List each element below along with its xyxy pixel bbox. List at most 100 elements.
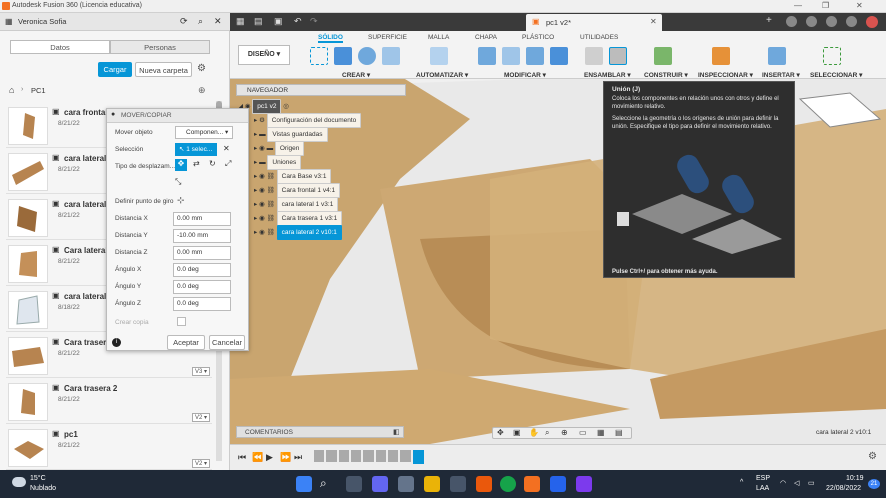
eye-icon[interactable]: ◉: [259, 201, 265, 208]
grid-icon[interactable]: ▦: [597, 428, 605, 437]
tab-superficie[interactable]: SUPERFICIE: [368, 34, 407, 41]
tab-chapa[interactable]: CHAPA: [475, 34, 497, 41]
fillet-icon[interactable]: [502, 47, 520, 65]
timeline-joint-icon[interactable]: [375, 450, 387, 462]
save-icon[interactable]: ▣: [274, 16, 283, 27]
expand-comments-icon[interactable]: ◧: [393, 427, 400, 438]
version-badge[interactable]: V3 ▾: [192, 367, 211, 376]
upload-button[interactable]: Cargar: [98, 62, 132, 77]
tree-item[interactable]: ▸ ⚙ Configuración del documento: [254, 113, 362, 128]
search-icon[interactable]: ⌕: [320, 476, 336, 492]
chamfer-icon[interactable]: [526, 47, 544, 65]
tree-item[interactable]: ▸ ▬ Vistas guardadas: [254, 127, 328, 142]
tab-solido[interactable]: SÓLIDO: [318, 34, 343, 43]
timeline-joint-icon[interactable]: [351, 450, 362, 462]
tree-item[interactable]: ▸ ◉ ⛓ Cara Base v3:1: [254, 169, 332, 184]
timeline-settings-icon[interactable]: ⚙: [868, 451, 877, 462]
tree-item-selected[interactable]: ▸ ◉ ⛓ cara lateral 2 v10:1: [254, 225, 342, 240]
list-item[interactable]: ▣ Cara trasera 2 8/21/22 V2 ▾: [6, 381, 212, 424]
version-badge[interactable]: V2 ▾: [192, 413, 211, 422]
expand-icon[interactable]: ▸: [254, 131, 257, 138]
tab-utilidades[interactable]: UTILIDADES: [580, 34, 618, 41]
free-move-icon[interactable]: ✥: [175, 159, 187, 171]
hole-icon[interactable]: [382, 47, 400, 65]
ok-button[interactable]: Aceptar: [167, 335, 205, 350]
apps-grid-icon[interactable]: ▦: [5, 17, 13, 26]
eye-icon[interactable]: ◉: [259, 145, 265, 152]
viewcube[interactable]: [834, 96, 868, 126]
eye-icon[interactable]: ◉: [259, 187, 265, 194]
tree-item[interactable]: ▸ ▬ Uniones: [254, 155, 302, 170]
teams-icon[interactable]: [576, 476, 592, 492]
group-seleccionar[interactable]: SELECCIONAR ▾: [810, 71, 862, 79]
maximize-icon[interactable]: ❐: [822, 1, 829, 10]
clock-date[interactable]: 22/08/2022: [826, 485, 861, 492]
new-folder-button[interactable]: Nueva carpeta: [135, 62, 192, 77]
expand-icon[interactable]: ▸: [254, 173, 257, 180]
new-tab-icon[interactable]: +: [766, 15, 772, 26]
go-end-icon[interactable]: ⏭: [294, 452, 302, 463]
home-icon[interactable]: ⌂: [9, 85, 14, 95]
expand-icon[interactable]: ▸: [254, 117, 257, 124]
group-inspeccionar[interactable]: INSPECCIONAR ▾: [698, 71, 753, 79]
comments-bar[interactable]: COMENTARIOS ◧: [236, 426, 404, 438]
version-badge[interactable]: V2 ▾: [192, 459, 211, 468]
group-automatizar[interactable]: AUTOMATIZAR ▾: [416, 71, 468, 79]
language[interactable]: ESP: [756, 475, 770, 482]
cancel-button[interactable]: Cancelar: [209, 335, 245, 350]
eye-icon[interactable]: ◉: [259, 229, 265, 236]
clock-time[interactable]: 10:19: [846, 475, 864, 482]
wifi-icon[interactable]: ◠: [780, 479, 786, 487]
tab-plastico[interactable]: PLÁSTICO: [522, 34, 554, 41]
close-panel-icon[interactable]: ✕: [214, 16, 222, 27]
app-icon[interactable]: [476, 476, 492, 492]
job-status-icon[interactable]: [826, 16, 837, 27]
app-icon[interactable]: [450, 476, 466, 492]
extrude-icon[interactable]: [334, 47, 352, 65]
timeline-joint-icon[interactable]: [388, 450, 399, 462]
tree-item[interactable]: ▸ ◉ ⛓ cara lateral 1 v3:1: [254, 197, 339, 212]
timeline-marker-icon[interactable]: [412, 450, 425, 464]
eye-icon[interactable]: ◉: [259, 215, 265, 222]
volume-icon[interactable]: ◁: [794, 479, 799, 487]
offset-plane-icon[interactable]: [654, 47, 672, 65]
expand-icon[interactable]: ▸: [254, 145, 257, 152]
step-forward-icon[interactable]: ⏩: [280, 452, 291, 463]
pan-icon[interactable]: ✋: [529, 428, 539, 437]
group-ensamblar[interactable]: ENSAMBLAR ▾: [584, 71, 631, 79]
pivot-icon[interactable]: ⊹: [177, 195, 185, 206]
info-icon[interactable]: i: [112, 338, 121, 347]
select-icon[interactable]: [823, 47, 841, 65]
online-status-icon[interactable]: [806, 16, 817, 27]
expand-icon[interactable]: ▸: [254, 159, 257, 166]
minimize-icon[interactable]: —: [794, 1, 802, 10]
file-explorer-icon[interactable]: [424, 476, 440, 492]
file-icon[interactable]: ▤: [254, 16, 263, 27]
radio-icon[interactable]: ◎: [283, 103, 289, 110]
task-view-icon[interactable]: [346, 476, 362, 492]
expand-icon[interactable]: ▸: [254, 187, 257, 194]
extensions-icon[interactable]: [786, 16, 797, 27]
notifications-icon[interactable]: [846, 16, 857, 27]
go-start-icon[interactable]: ⏮: [238, 452, 246, 463]
tab-document[interactable]: ▣ pc1 v2* ✕: [526, 14, 662, 31]
weather-desc[interactable]: Nublado: [30, 485, 56, 492]
timeline-joint-icon[interactable]: [314, 450, 325, 462]
group-crear[interactable]: CREAR ▾: [342, 71, 370, 79]
point-to-point-icon[interactable]: ⤢: [225, 159, 231, 169]
viewports-icon[interactable]: ▤: [615, 428, 623, 437]
battery-icon[interactable]: ▭: [808, 479, 815, 487]
insert-image-icon[interactable]: [768, 47, 786, 65]
point-to-position-icon[interactable]: ⤡: [175, 177, 181, 187]
tab-personas[interactable]: Personas: [110, 40, 210, 54]
weather-temp[interactable]: 15°C: [30, 475, 46, 482]
group-modificar[interactable]: MODIFICAR ▾: [504, 71, 546, 79]
expand-icon[interactable]: ▸: [254, 215, 257, 222]
search-icon[interactable]: ⌕: [198, 16, 203, 27]
workspace-selector[interactable]: DISEÑO ▾: [238, 45, 290, 65]
revolve-icon[interactable]: [358, 47, 376, 65]
zoom-icon[interactable]: ⌕: [545, 428, 549, 438]
dialog-header[interactable]: ● MOVER/COPIAR: [107, 109, 248, 123]
expand-icon[interactable]: ▸: [254, 201, 257, 208]
new-component-icon[interactable]: [585, 47, 603, 65]
